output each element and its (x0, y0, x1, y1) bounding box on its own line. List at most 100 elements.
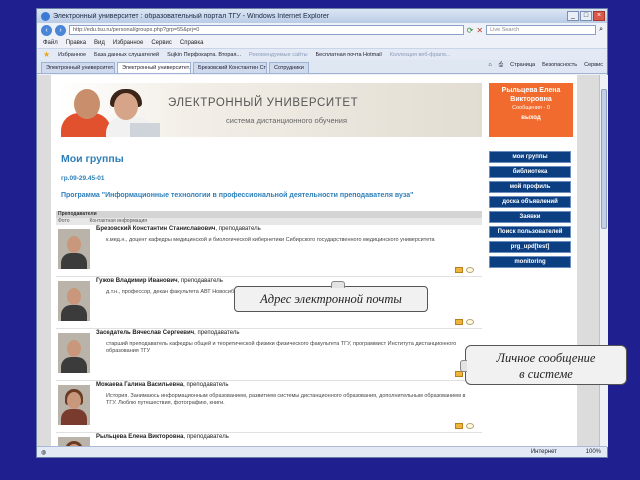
fav-item-webslices[interactable]: Коллекция веб-фрагм... (390, 52, 451, 58)
user-box: Рыльцева Елена Викторовна Сообщения - 0 … (489, 83, 573, 137)
teacher-role: , преподаватель (215, 226, 261, 232)
menu-my-profile[interactable]: мой профиль (489, 181, 571, 193)
home-icon[interactable]: ⌂ (488, 62, 491, 69)
table-row: Брезовский Константин Станиславович, пре… (56, 225, 482, 277)
site-title: ЭЛЕКТРОННЫЙ УНИВЕРСИТЕТ (168, 97, 359, 109)
message-callout-line2: в системе (519, 367, 573, 381)
close-button[interactable]: × (593, 11, 605, 21)
site-header: ЭЛЕКТРОННЫЙ УНИВЕРСИТЕТ система дистанци… (56, 83, 482, 137)
table-row: Заседатель Вячеслав Сергеевич, преподава… (56, 329, 482, 381)
stop-icon[interactable]: ✕ (476, 26, 483, 35)
refresh-icon[interactable]: ⟳ (467, 26, 474, 35)
menu-notice-board[interactable]: доска объявлений (489, 196, 571, 208)
toolbar-tools[interactable]: Сервис (584, 62, 603, 69)
menu-edit[interactable]: Правка (66, 40, 86, 46)
toolbar-page[interactable]: Страница (510, 62, 535, 69)
menu-monitoring[interactable]: monitoring (489, 256, 571, 268)
window-title: Электронный университет : образовательны… (53, 12, 330, 20)
teacher-role: , преподаватель (177, 278, 223, 284)
tab-3[interactable]: Брезовский Константин Ст... (193, 62, 267, 73)
menu-prg-upd[interactable]: prg_upd[test] (489, 241, 571, 253)
star-icon: ★ (43, 50, 51, 59)
menu-requests[interactable]: Заявки (489, 211, 571, 223)
email-icon[interactable] (455, 423, 463, 429)
teacher-photo (58, 333, 90, 373)
tab-2[interactable]: Электронный университет... (117, 62, 191, 73)
scroll-thumb[interactable] (601, 89, 607, 229)
message-icon[interactable] (466, 319, 474, 325)
page-viewport: ЭЛЕКТРОННЫЙ УНИВЕРСИТЕТ система дистанци… (37, 75, 603, 447)
toolbar-security[interactable]: Безопасность (542, 62, 577, 69)
menu-user-search[interactable]: Поиск пользователей (489, 226, 571, 238)
fav-item-favorites[interactable]: Избранное (58, 52, 86, 58)
zoom-level[interactable]: 100% (586, 449, 601, 455)
teacher-role: , преподаватель (183, 434, 229, 440)
user-messages[interactable]: Сообщения - 0 (489, 105, 573, 111)
table-row: Можаева Галина Васильевна, преподаватель… (56, 381, 482, 433)
email-icon[interactable] (455, 267, 463, 273)
table-header: Фото Контактная информация (56, 218, 482, 225)
web-page: ЭЛЕКТРОННЫЙ УНИВЕРСИТЕТ система дистанци… (51, 75, 577, 447)
user-name[interactable]: Рыльцева Елена Викторовна (489, 86, 573, 104)
search-input[interactable]: Live Search (486, 25, 597, 35)
teacher-name[interactable]: Брезовский Константин Станиславович (96, 226, 215, 232)
message-icon[interactable] (466, 423, 474, 429)
site-menu: мои группы библиотека мой профиль доска … (489, 151, 571, 271)
print-icon[interactable]: ⎙ (499, 62, 503, 69)
fav-item-hotmail[interactable]: Бесплатная почта Hotmail (316, 52, 382, 58)
fav-item-sujkin[interactable]: Sujkin Перфокарта. Вторая... (167, 52, 241, 58)
col-info: Контактная информация (89, 218, 147, 224)
menu-library[interactable]: библиотека (489, 166, 571, 178)
maximize-button[interactable]: □ (580, 11, 592, 21)
title-bar: Электронный университет : образовательны… (37, 9, 607, 23)
site-subtitle: система дистанционного обучения (226, 116, 348, 125)
teacher-role: , преподаватель (183, 382, 229, 388)
message-icon[interactable] (466, 267, 474, 273)
menu-bar: Файл Правка Вид Избранное Сервис Справка (37, 37, 607, 48)
teacher-name[interactable]: Рыльцева Елена Викторовна (96, 434, 184, 440)
teacher-info: История. Занимаюсь информационным образо… (106, 393, 466, 406)
teacher-info: старший преподаватель кафедры общей и те… (106, 341, 457, 354)
status-bar: ◍ Интернет 100% (37, 446, 607, 457)
browser-window: Электронный университет : образовательны… (36, 8, 608, 458)
teacher-photo (58, 385, 90, 425)
fav-item-recommended[interactable]: Рекомендуемые сайты (249, 52, 308, 58)
header-photo (56, 83, 160, 137)
address-bar: ‹ › http://edu.tsu.ru/personal/groups.ph… (37, 23, 607, 37)
teacher-photo (58, 229, 90, 269)
col-photo: Фото (58, 218, 70, 224)
url-input[interactable]: http://edu.tsu.ru/personal/groups.php?gr… (69, 25, 464, 35)
vertical-scrollbar[interactable] (599, 75, 608, 447)
menu-my-groups[interactable]: мои группы (489, 151, 571, 163)
teachers-table: Преподаватели Фото Контактная информация… (56, 211, 482, 447)
teacher-name[interactable]: Можаева Галина Васильевна (96, 382, 183, 388)
status-zone: Интернет (530, 449, 557, 455)
tab-bar: Электронный университет... Электронный у… (37, 60, 607, 74)
message-callout-line1: Личное сообщение (496, 351, 596, 365)
tab-1[interactable]: Электронный университет... (41, 62, 115, 73)
teacher-name[interactable]: Заседатель Вячеслав Сергеевич (96, 330, 194, 336)
group-link[interactable]: гр.09-29.45-01 (61, 175, 105, 182)
table-title: Преподаватели (56, 211, 482, 218)
teacher-name[interactable]: Гужов Владимир Иванович (96, 278, 178, 284)
fav-item-db[interactable]: База данных слушателей (94, 52, 159, 58)
teacher-role: , преподаватель (194, 330, 240, 336)
menu-view[interactable]: Вид (94, 40, 105, 46)
tab-4[interactable]: Сотрудники (269, 62, 309, 73)
message-callout: Личное сообщение в системе (460, 345, 627, 385)
menu-file[interactable]: Файл (43, 40, 58, 46)
forward-icon[interactable]: › (55, 24, 66, 36)
program-title[interactable]: Программа "Информационные технологии в п… (61, 192, 413, 199)
table-row: Рыльцева Елена Викторовна, преподаватель (56, 433, 482, 447)
menu-favorites[interactable]: Избранное (113, 40, 143, 46)
logout-link[interactable]: выход (489, 115, 573, 121)
email-callout: Адрес электронной почты (234, 281, 428, 312)
minimize-button[interactable]: _ (567, 11, 579, 21)
menu-help[interactable]: Справка (180, 40, 204, 46)
teacher-photo (58, 281, 90, 321)
back-icon[interactable]: ‹ (41, 24, 52, 36)
page-title: Мои группы (61, 153, 124, 165)
email-icon[interactable] (455, 319, 463, 325)
search-icon[interactable]: ⌕ (599, 26, 603, 34)
menu-tools[interactable]: Сервис (151, 40, 172, 46)
